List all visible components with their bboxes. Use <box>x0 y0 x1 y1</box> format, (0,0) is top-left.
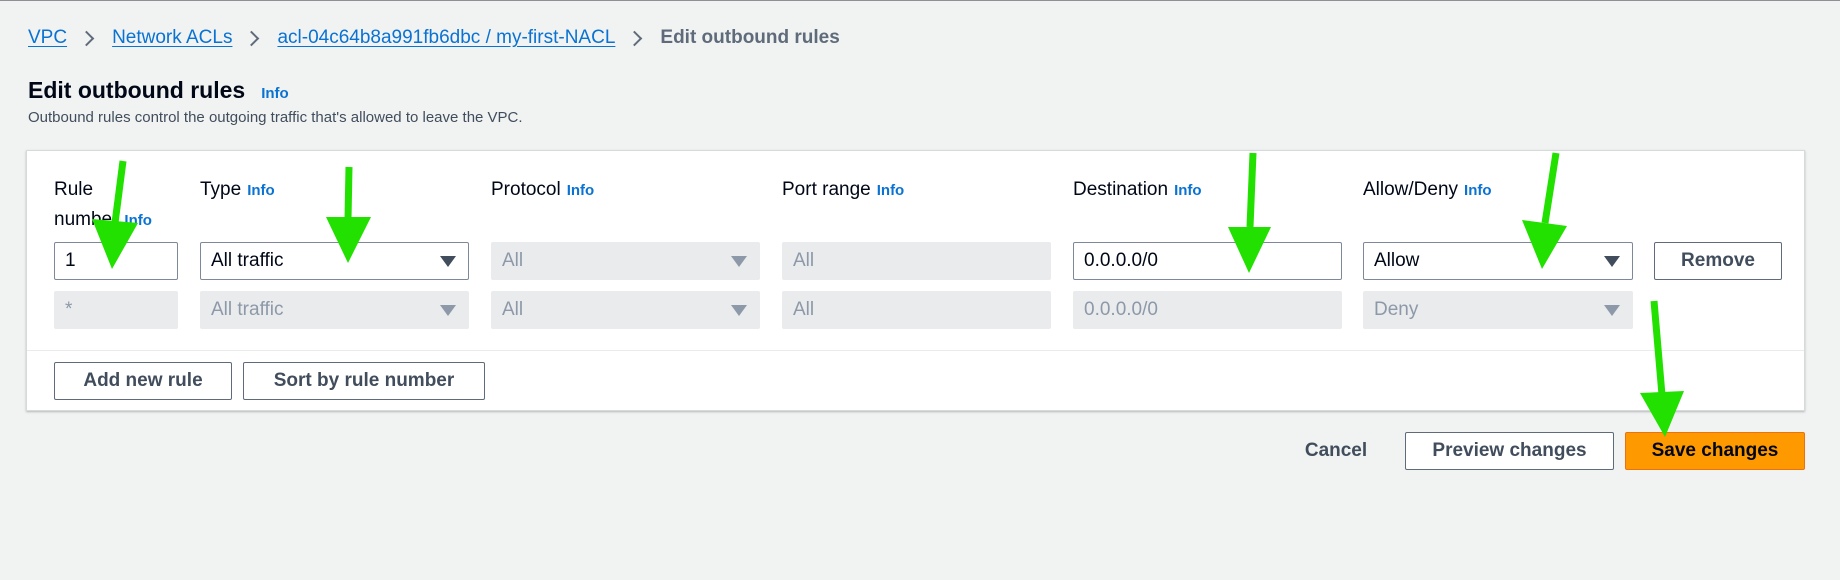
page-title: Edit outbound rules <box>28 77 246 103</box>
chevron-right-icon <box>78 30 95 46</box>
port-range-info-link[interactable]: Info <box>877 182 905 199</box>
column-header-protocol: Protocol Info <box>491 179 595 200</box>
allow-deny-select[interactable]: Allow <box>1363 242 1633 280</box>
chevron-right-icon <box>627 30 643 46</box>
add-new-rule-button[interactable]: Add new rule <box>54 362 232 400</box>
breadcrumb-current: Edit outbound rules <box>660 27 840 48</box>
caret-down-icon <box>440 256 456 267</box>
page-description: Outbound rules control the outgoing traf… <box>28 109 523 126</box>
port-range-input: All <box>782 242 1051 280</box>
type-select[interactable]: All traffic <box>200 242 469 280</box>
type-info-link[interactable]: Info <box>247 182 275 199</box>
default-destination: 0.0.0.0/0 <box>1073 291 1342 329</box>
column-header-rule-number: Rule number Info <box>54 179 152 230</box>
sort-by-rule-number-button[interactable]: Sort by rule number <box>243 362 485 400</box>
caret-down-icon <box>440 305 456 316</box>
breadcrumb-network-acls-link[interactable]: Network ACLs <box>112 27 232 49</box>
default-rule-number: * <box>54 291 178 329</box>
default-allow-deny-select: Deny <box>1363 291 1633 329</box>
page-header: Edit outbound rules Info <box>28 77 289 104</box>
destination-input[interactable]: 0.0.0.0/0 <box>1073 242 1342 280</box>
default-port-range: All <box>782 291 1051 329</box>
column-header-destination: Destination Info <box>1073 179 1202 200</box>
rule-number-input[interactable]: 1 <box>54 242 178 280</box>
protocol-info-link[interactable]: Info <box>567 182 595 199</box>
column-header-type: Type Info <box>200 179 275 200</box>
caret-down-icon <box>731 305 747 316</box>
rules-panel: Rule number Info Type Info Protocol Info Po… <box>26 150 1805 411</box>
protocol-select: All <box>491 242 760 280</box>
chevron-right-icon <box>244 30 260 46</box>
page-info-link[interactable]: Info <box>261 85 289 102</box>
default-protocol-select: All <box>491 291 760 329</box>
allow-deny-info-link[interactable]: Info <box>1464 182 1492 199</box>
default-type-select: All traffic <box>200 291 469 329</box>
panel-divider <box>27 350 1804 351</box>
column-header-port-range: Port range Info <box>782 179 905 200</box>
caret-down-icon <box>1604 305 1620 316</box>
rule-number-info-link[interactable]: Info <box>124 212 152 229</box>
breadcrumb-vpc-link[interactable]: VPC <box>28 27 67 49</box>
remove-rule-button[interactable]: Remove <box>1654 242 1782 280</box>
save-changes-button[interactable]: Save changes <box>1625 432 1805 470</box>
column-header-allow-deny: Allow/Deny Info <box>1363 179 1492 200</box>
preview-changes-button[interactable]: Preview changes <box>1405 432 1614 470</box>
caret-down-icon <box>731 256 747 267</box>
breadcrumb-acl-link[interactable]: acl-04c64b8a991fb6dbc / my-first-NACL <box>277 27 615 49</box>
breadcrumb: VPC Network ACLs acl-04c64b8a991fb6dbc /… <box>28 27 840 49</box>
cancel-button[interactable]: Cancel <box>1296 432 1376 470</box>
caret-down-icon <box>1604 256 1620 267</box>
destination-info-link[interactable]: Info <box>1174 182 1202 199</box>
